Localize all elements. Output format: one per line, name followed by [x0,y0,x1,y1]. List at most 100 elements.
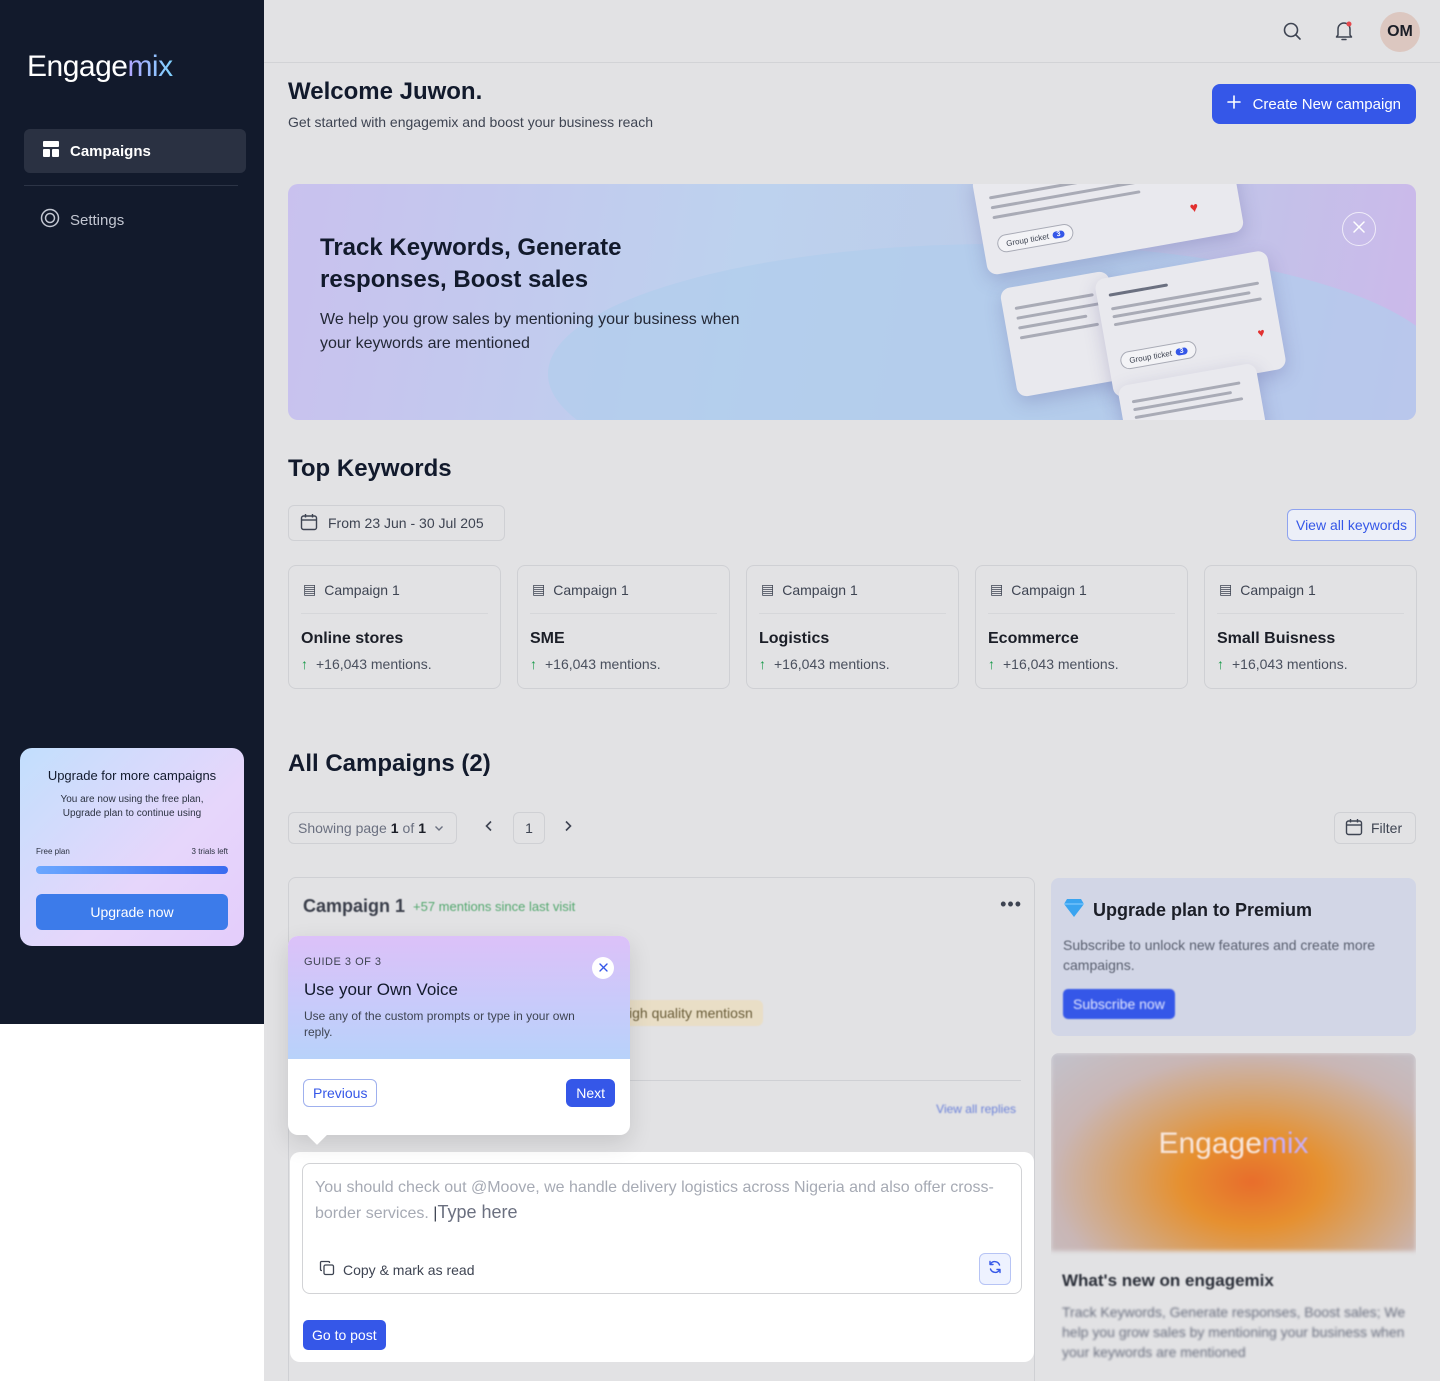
keyword-card-title: Logistics [759,630,830,647]
arrow-up-icon: ↑ [988,656,995,672]
guide-popover: GUIDE 3 OF 3 Use your Own Voice Use any … [288,936,630,1145]
sidebar-item-settings[interactable]: Settings [24,198,246,242]
nav-divider [24,185,238,186]
plus-icon [1226,95,1241,113]
page-number-button[interactable]: 1 [513,812,545,844]
avatar[interactable]: OM [1380,12,1420,52]
go-to-post-button[interactable]: Go to post [303,1320,386,1350]
guide-title: Use your Own Voice [304,980,459,999]
keyword-card-campaign: Campaign 1 [553,581,629,598]
plan-progress-bar [36,866,228,874]
upgrade-desc-line1: You are now using the free plan, [60,794,204,805]
campaign-title: Campaign 1 [303,896,406,916]
bell-icon[interactable] [1331,18,1357,44]
date-range-label: From 23 Jun - 30 Jul 205 [328,515,484,531]
keyword-card[interactable]: ▤ Campaign 1 Ecommerce ↑ +16,043 mentions. [975,565,1188,689]
premium-desc: Subscribe to unlock new features and cre… [1063,937,1376,973]
guide-close-button[interactable] [592,957,614,979]
keyword-card-mentions: +16,043 mentions. [1232,656,1348,672]
reply-panel: You should check out @Moove, we handle d… [290,1152,1034,1362]
chevron-down-icon [434,820,444,836]
keyword-card-mentions: +16,043 mentions. [316,656,432,672]
upgrade-now-button[interactable]: Upgrade now [36,894,228,930]
keyword-card-mentions: +16,043 mentions. [774,656,890,672]
plan-row: Free plan 3 trials left [36,847,228,856]
whats-new-card: Engagemix What's new on engagemix Track … [1051,1053,1416,1381]
chevron-left-icon [484,819,494,837]
view-all-keywords-button[interactable]: View all keywords [1286,509,1416,541]
clipboard-icon: ▤ [303,581,317,597]
pager-of: of [402,820,415,836]
reply-suggestion: You should check out @Moove, we handle d… [315,1179,994,1222]
promo-banner: Track Keywords, Generate responses, Boos… [288,184,1416,420]
sidebar-item-label: Settings [70,211,125,229]
create-campaign-label: Create New campaign [1252,95,1401,113]
guide-step: GUIDE 3 OF 3 [304,956,382,968]
more-options-icon[interactable]: ••• [1000,894,1022,915]
chevron-right-icon [563,819,573,837]
refresh-icon [988,1260,1002,1279]
filter-label: Filter [1371,820,1403,836]
calendar-icon [300,513,318,534]
prev-page-button[interactable] [477,816,501,840]
guide-previous-button[interactable]: Previous [303,1079,378,1107]
search-icon[interactable] [1279,18,1305,44]
gear-icon [40,208,60,232]
sidebar-item-campaigns[interactable]: Campaigns [24,129,246,173]
sidebar-item-label: Campaigns [70,142,151,160]
keyword-card[interactable]: ▤ Campaign 1 SME ↑ +16,043 mentions. [517,565,730,689]
create-campaign-button[interactable]: Create New campaign [1211,84,1416,124]
pager-current: 1 [390,820,399,836]
news-logo: Engagemix [1158,1127,1309,1160]
copy-mark-read-label: Copy & mark as read [343,1261,475,1278]
reply-text[interactable]: You should check out @Moove, we handle d… [315,1176,1005,1226]
upgrade-card: Upgrade for more campaigns You are now u… [20,748,244,946]
reply-input[interactable]: You should check out @Moove, we handle d… [302,1163,1022,1294]
mock-chip: Group ticket 3 [995,222,1075,254]
app-logo[interactable]: Engagemix [27,50,173,84]
guide-desc: Use any of the custom prompts or type in… [304,1009,575,1039]
layout-icon [42,140,60,162]
view-all-replies-link[interactable]: View all replies [936,1102,1016,1116]
clipboard-icon: ▤ [532,581,546,597]
keyword-card-title: SME [530,630,565,647]
page-select[interactable]: Showing page 1 of 1 [288,812,457,844]
page-subtitle: Get started with engagemix and boost you… [288,114,653,130]
premium-title: Upgrade plan to Premium [1093,900,1313,920]
regenerate-button[interactable] [979,1253,1011,1285]
close-icon [598,961,608,975]
copy-mark-read-button[interactable]: Copy & mark as read [319,1260,475,1279]
plan-label: Free plan [36,847,70,856]
upgrade-title: Upgrade for more campaigns [47,768,217,783]
keyword-card[interactable]: ▤ Campaign 1 Small Buisness ↑ +16,043 ment… [1204,565,1417,689]
banner-title: Track Keywords, Generate responses, Boos… [320,234,622,293]
keyword-card[interactable]: ▤ Campaign 1 Logistics ↑ +16,043 mentions. [746,565,959,689]
page-title: Welcome Juwon. [288,78,483,105]
welcome-block: Welcome Juwon. Get started with engagemi… [288,78,653,130]
date-range-picker[interactable]: From 23 Jun - 30 Jul 205 [288,505,505,541]
guide-next-button[interactable]: Next [566,1079,615,1107]
premium-upgrade-card: Upgrade plan to Premium Subscribe to unl… [1051,878,1416,1036]
keyword-card-title: Small Buisness [1217,630,1336,647]
diamond-icon [1063,898,1085,923]
keyword-card[interactable]: ▤ Campaign 1 Online stores ↑ +16,043 menti… [288,565,501,689]
heart-icon: ♥ [1188,198,1200,216]
keyword-card-campaign: Campaign 1 [1011,581,1087,598]
sidebar: Engagemix Campaigns Settings Upgrade for… [0,0,264,1024]
keyword-card-campaign: Campaign 1 [324,581,400,598]
keyword-card-mentions: +16,043 mentions. [1003,656,1119,672]
next-page-button[interactable] [556,816,580,840]
filter-button[interactable]: Filter [1334,812,1416,844]
arrow-up-icon: ↑ [530,656,537,672]
subscribe-now-button[interactable]: Subscribe now [1063,989,1175,1019]
keyword-card-campaign: Campaign 1 [1240,581,1316,598]
heart-icon: ♥ [1256,325,1266,341]
banner-close-button[interactable] [1342,212,1376,246]
close-icon [1353,220,1365,238]
clipboard-icon: ▤ [1219,581,1233,597]
campaign-since-badge: +57 mentions since last visit [413,899,576,914]
mock-chip-small: Group ticket 3 [1118,339,1198,371]
keyword-card-title: Ecommerce [988,630,1079,647]
keyword-card-mentions: +16,043 mentions. [545,656,661,672]
banner-text: We help you grow sales by mentioning you… [320,311,740,352]
